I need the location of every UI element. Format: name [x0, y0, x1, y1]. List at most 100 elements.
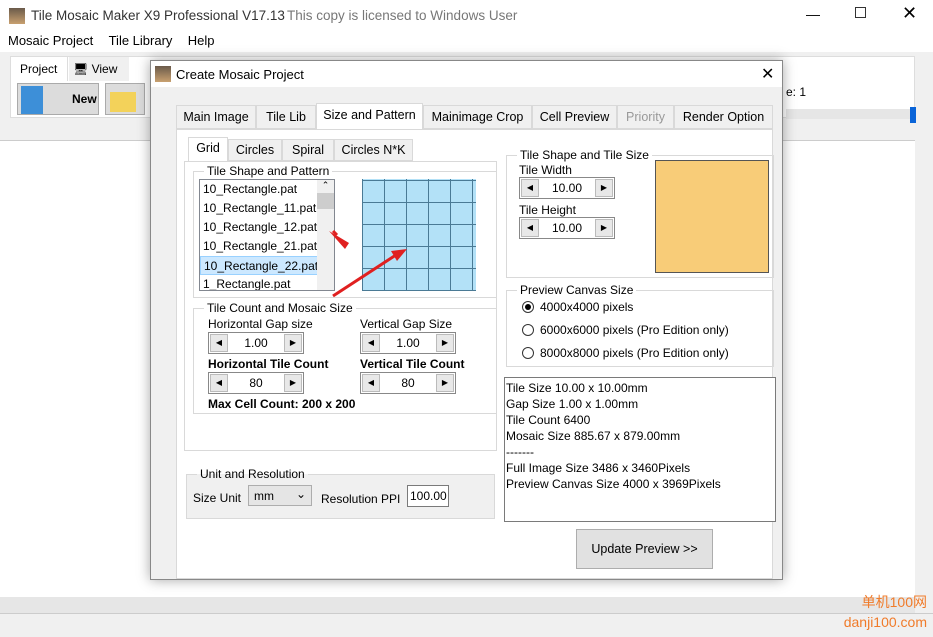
decrement-icon[interactable]: ◀	[210, 334, 228, 352]
tile-width-label: Tile Width	[519, 163, 572, 177]
folder-icon	[110, 92, 136, 112]
decrement-icon[interactable]: ◀	[362, 374, 380, 392]
max-cell-count: Max Cell Count: 200 x 200	[208, 397, 356, 411]
open-button[interactable]	[105, 83, 145, 115]
radio-icon[interactable]	[522, 324, 534, 336]
canvas-legend: Preview Canvas Size	[520, 283, 634, 297]
dialog-icon	[155, 66, 171, 82]
tab-priority[interactable]: Priority	[617, 105, 674, 129]
info-line: Tile Size 10.00 x 10.00mm	[506, 381, 648, 395]
vcount-value[interactable]: 80	[381, 376, 435, 390]
tile-height-value[interactable]: 10.00	[540, 221, 594, 235]
canvas-option-6000[interactable]: 6000x6000 pixels (Pro Edition only)	[522, 323, 729, 337]
menu-bar: Mosaic Project Tile Library Help	[0, 32, 933, 52]
arrow-head-1	[329, 231, 349, 249]
list-item-selected[interactable]: 10_Rectangle_22.pat	[200, 256, 334, 275]
decrement-icon[interactable]: ◀	[521, 179, 539, 197]
option-label: 6000x6000 pixels (Pro Edition only)	[540, 323, 729, 337]
vcount-stepper[interactable]: ◀ 80 ▶	[360, 372, 456, 394]
tab-cell-preview[interactable]: Cell Preview	[532, 105, 617, 129]
license-text: This copy is licensed to Windows User	[287, 8, 518, 23]
increment-icon[interactable]: ▶	[284, 334, 302, 352]
subtab-circles-nk[interactable]: Circles N*K	[334, 139, 413, 161]
canvas-option-8000[interactable]: 8000x8000 pixels (Pro Edition only)	[522, 346, 729, 360]
ribbon-tab-project[interactable]: Project	[11, 57, 68, 81]
hcount-value[interactable]: 80	[229, 376, 283, 390]
dialog-close-icon[interactable]: ✕	[761, 64, 774, 84]
menu-mosaic-project[interactable]: Mosaic Project	[8, 33, 93, 48]
ribbon-tab-view[interactable]: 🖥 View	[69, 57, 129, 81]
subtab-circles[interactable]: Circles	[228, 139, 282, 161]
info-line: Tile Count 6400	[506, 413, 591, 427]
menu-tile-library[interactable]: Tile Library	[109, 33, 173, 48]
status-bar: 单机100网 danji100.com	[0, 594, 933, 637]
hcount-stepper[interactable]: ◀ 80 ▶	[208, 372, 304, 394]
dialog-title-bar: Create Mosaic Project ✕	[151, 61, 782, 87]
list-item[interactable]: 10_Rectangle_12.pat	[200, 218, 334, 237]
menu-help[interactable]: Help	[188, 33, 215, 48]
arrow-line-2	[332, 251, 400, 298]
tab-render-option[interactable]: Render Option	[674, 105, 773, 129]
tile-height-stepper[interactable]: ◀ 10.00 ▶	[519, 217, 615, 239]
list-item[interactable]: 10_Rectangle_11.pat	[200, 199, 334, 218]
chevron-down-icon: ⌄	[295, 487, 306, 501]
tab-main-image[interactable]: Main Image	[176, 105, 256, 129]
size-unit-select[interactable]: mm ⌄	[248, 485, 312, 506]
option-label: 8000x8000 pixels (Pro Edition only)	[540, 346, 729, 360]
increment-icon[interactable]: ▶	[284, 374, 302, 392]
minimize-icon[interactable]: —	[806, 6, 820, 22]
tab-tile-lib[interactable]: Tile Lib	[256, 105, 316, 129]
create-mosaic-dialog: Create Mosaic Project ✕ Main Image Tile …	[150, 60, 783, 580]
increment-icon[interactable]: ▶	[595, 219, 613, 237]
pattern-list[interactable]: 10_Rectangle.pat 10_Rectangle_11.pat 10_…	[199, 179, 335, 291]
title-bar: Tile Mosaic Maker X9 Professional V17.13…	[0, 0, 933, 32]
horizontal-scrollbar[interactable]	[0, 597, 915, 613]
subtab-grid[interactable]: Grid	[188, 137, 228, 162]
pattern-legend: Tile Shape and Pattern	[207, 164, 330, 178]
subtab-spiral[interactable]: Spiral	[282, 139, 334, 161]
tile-height-label: Tile Height	[519, 203, 576, 217]
tab-size-and-pattern[interactable]: Size and Pattern	[316, 103, 423, 130]
app-icon	[9, 8, 25, 24]
ppi-input[interactable]: 100.00	[407, 485, 449, 507]
info-line: -------	[506, 445, 534, 459]
increment-icon[interactable]: ▶	[595, 179, 613, 197]
radio-icon[interactable]	[522, 347, 534, 359]
size-unit-label: Size Unit	[193, 491, 242, 505]
zoom-slider[interactable]	[786, 107, 916, 123]
new-button[interactable]: New	[17, 83, 99, 115]
info-textbox[interactable]: Tile Size 10.00 x 10.00mm Gap Size 1.00 …	[504, 377, 776, 522]
info-line: Gap Size 1.00 x 1.00mm	[506, 397, 639, 411]
hgap-stepper[interactable]: ◀ 1.00 ▶	[208, 332, 304, 354]
unit-legend: Unit and Resolution	[200, 467, 305, 481]
list-item[interactable]: 10_Rectangle_21.pat	[200, 237, 334, 256]
new-project-icon	[21, 86, 43, 114]
decrement-icon[interactable]: ◀	[521, 219, 539, 237]
radio-icon[interactable]	[522, 301, 534, 313]
canvas-option-4000[interactable]: 4000x4000 pixels	[522, 300, 633, 314]
increment-icon[interactable]: ▶	[436, 374, 454, 392]
maximize-icon[interactable]	[855, 7, 866, 18]
annotation-arrows	[329, 229, 407, 298]
vgap-stepper[interactable]: ◀ 1.00 ▶	[360, 332, 456, 354]
close-icon[interactable]: ✕	[902, 3, 917, 24]
increment-icon[interactable]: ▶	[436, 334, 454, 352]
list-item[interactable]: 1_Rectangle.pat	[200, 275, 334, 290]
vertical-scrollbar[interactable]	[915, 140, 933, 597]
tile-width-value[interactable]: 10.00	[540, 181, 594, 195]
ribbon-right-text: e: 1	[786, 85, 807, 99]
app-title: Tile Mosaic Maker X9 Professional V17.13	[31, 8, 285, 23]
count-legend: Tile Count and Mosaic Size	[207, 301, 353, 315]
hcount-label: Horizontal Tile Count	[208, 357, 329, 371]
list-item[interactable]: 10_Rectangle.pat	[200, 180, 334, 199]
decrement-icon[interactable]: ◀	[210, 374, 228, 392]
tile-width-stepper[interactable]: ◀ 10.00 ▶	[519, 177, 615, 199]
decrement-icon[interactable]: ◀	[362, 334, 380, 352]
update-preview-button[interactable]: Update Preview >>	[576, 529, 713, 569]
vgap-value[interactable]: 1.00	[381, 336, 435, 350]
dialog-title: Create Mosaic Project	[176, 67, 304, 82]
tile-shape-preview	[655, 160, 769, 273]
tab-mainimage-crop[interactable]: Mainimage Crop	[423, 105, 532, 129]
hgap-value[interactable]: 1.00	[229, 336, 283, 350]
slider-thumb[interactable]	[910, 107, 916, 123]
